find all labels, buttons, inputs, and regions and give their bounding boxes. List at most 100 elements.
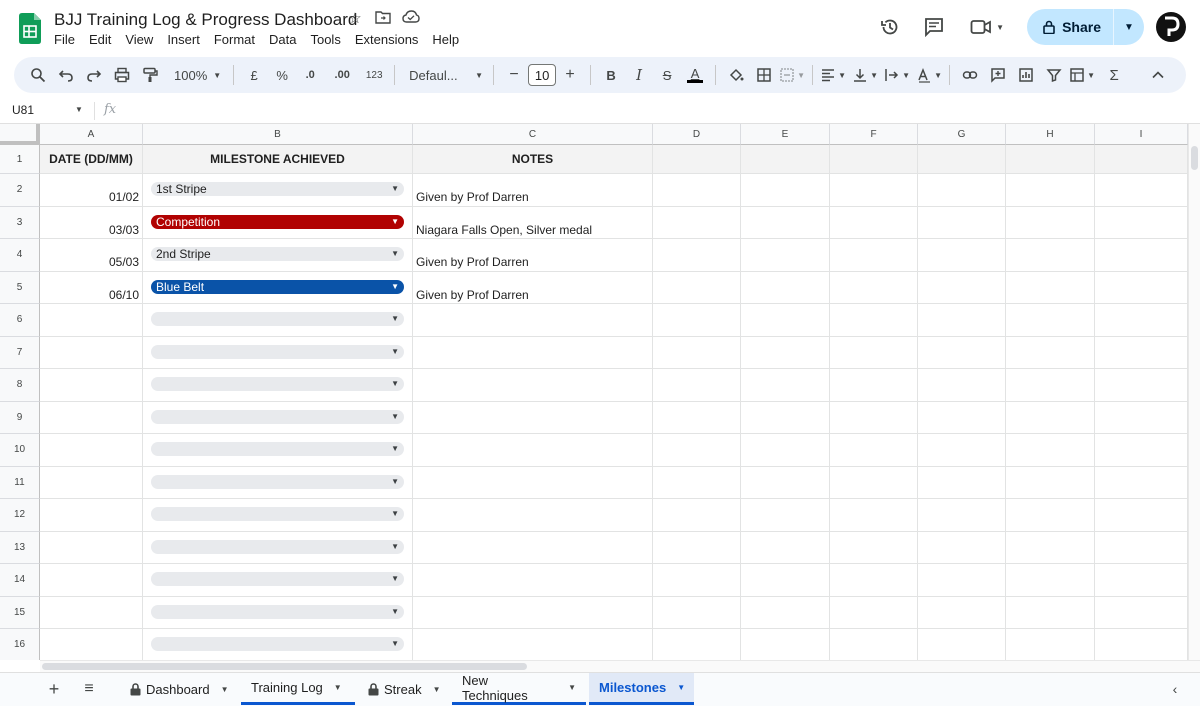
cell[interactable] bbox=[741, 531, 830, 564]
milestone-dropdown[interactable]: ▼ bbox=[151, 572, 404, 586]
more-formats-button[interactable]: 123 bbox=[360, 61, 388, 89]
font-select[interactable]: Defaul... ▼ bbox=[401, 61, 487, 89]
row-header[interactable]: 16 bbox=[0, 629, 40, 660]
milestone-cell[interactable]: ▼ bbox=[143, 531, 413, 564]
cell[interactable] bbox=[741, 271, 830, 304]
milestone-dropdown[interactable]: 2nd Stripe ▼ bbox=[151, 247, 404, 261]
star-icon[interactable]: ☆ bbox=[346, 10, 364, 28]
share-button[interactable]: Share bbox=[1027, 9, 1113, 45]
milestone-cell[interactable]: ▼ bbox=[143, 499, 413, 532]
chevron-down-icon[interactable]: ▼ bbox=[433, 685, 441, 694]
cell[interactable] bbox=[741, 174, 830, 207]
cell[interactable] bbox=[1006, 271, 1095, 304]
notes-cell[interactable]: Given by Prof Darren bbox=[413, 174, 653, 207]
cell[interactable] bbox=[830, 174, 918, 207]
increase-font-size-button[interactable]: + bbox=[556, 61, 584, 89]
milestone-dropdown[interactable]: ▼ bbox=[151, 637, 404, 651]
milestone-cell[interactable]: ▼ bbox=[143, 336, 413, 369]
cell[interactable] bbox=[1095, 629, 1188, 660]
cell[interactable] bbox=[830, 596, 918, 629]
cell[interactable] bbox=[1095, 304, 1188, 337]
cell[interactable] bbox=[1095, 434, 1188, 467]
cell[interactable] bbox=[918, 336, 1006, 369]
search-menus-icon[interactable] bbox=[24, 61, 52, 89]
row-header[interactable]: 12 bbox=[0, 499, 40, 532]
cell[interactable] bbox=[40, 531, 143, 564]
cell[interactable] bbox=[741, 401, 830, 434]
cell[interactable] bbox=[830, 304, 918, 337]
chevron-down-icon[interactable]: ▼ bbox=[568, 683, 576, 692]
cell[interactable] bbox=[40, 564, 143, 597]
milestone-dropdown[interactable]: ▼ bbox=[151, 377, 404, 391]
insert-chart-icon[interactable] bbox=[1012, 61, 1040, 89]
text-rotation-icon[interactable]: ▼ bbox=[915, 61, 943, 89]
cell[interactable] bbox=[653, 369, 741, 402]
milestone-cell[interactable]: ▼ bbox=[143, 369, 413, 402]
row-header[interactable]: 8 bbox=[0, 369, 40, 402]
cell[interactable] bbox=[413, 336, 653, 369]
cell[interactable] bbox=[741, 369, 830, 402]
print-icon[interactable] bbox=[108, 61, 136, 89]
header-date[interactable]: DATE (DD/MM) bbox=[40, 145, 143, 174]
cell[interactable] bbox=[653, 596, 741, 629]
cell[interactable] bbox=[918, 434, 1006, 467]
tab-dashboard[interactable]: Dashboard ▼ bbox=[120, 673, 239, 705]
cell[interactable] bbox=[1095, 401, 1188, 434]
row-header[interactable]: 2 bbox=[0, 174, 40, 207]
cell[interactable] bbox=[741, 304, 830, 337]
menu-view[interactable]: View bbox=[125, 32, 159, 47]
vertical-align-icon[interactable]: ▼ bbox=[851, 61, 879, 89]
increase-decimal-button[interactable]: .00 bbox=[328, 61, 356, 89]
cell[interactable] bbox=[1006, 401, 1095, 434]
cell[interactable] bbox=[830, 401, 918, 434]
cell[interactable] bbox=[1095, 145, 1188, 174]
cell[interactable] bbox=[741, 466, 830, 499]
cell[interactable] bbox=[413, 596, 653, 629]
cell[interactable] bbox=[653, 174, 741, 207]
date-cell[interactable]: 03/03 bbox=[40, 206, 143, 239]
milestone-cell[interactable]: 1st Stripe ▼ bbox=[143, 174, 413, 207]
cell[interactable] bbox=[918, 304, 1006, 337]
cell[interactable] bbox=[741, 239, 830, 272]
date-cell[interactable]: 06/10 bbox=[40, 271, 143, 304]
cell[interactable] bbox=[830, 239, 918, 272]
cell[interactable] bbox=[1006, 336, 1095, 369]
cell[interactable] bbox=[1095, 369, 1188, 402]
cell[interactable] bbox=[40, 434, 143, 467]
cell[interactable] bbox=[653, 466, 741, 499]
version-history-icon[interactable] bbox=[871, 9, 909, 45]
cell[interactable] bbox=[413, 564, 653, 597]
milestone-dropdown[interactable]: ▼ bbox=[151, 409, 404, 424]
cell[interactable] bbox=[741, 499, 830, 532]
text-color-button[interactable]: A bbox=[681, 61, 709, 89]
cloud-status-icon[interactable] bbox=[402, 10, 420, 28]
milestone-cell[interactable]: 2nd Stripe ▼ bbox=[143, 239, 413, 272]
cell[interactable] bbox=[918, 271, 1006, 304]
cell[interactable] bbox=[1095, 336, 1188, 369]
cell[interactable] bbox=[918, 629, 1006, 660]
row-header[interactable]: 3 bbox=[0, 206, 40, 239]
cell[interactable] bbox=[918, 369, 1006, 402]
milestone-dropdown[interactable]: ▼ bbox=[151, 474, 404, 489]
cell[interactable] bbox=[653, 629, 741, 660]
cell[interactable] bbox=[653, 206, 741, 239]
cell[interactable] bbox=[1095, 531, 1188, 564]
sheets-logo-icon[interactable] bbox=[19, 13, 41, 44]
font-size-input[interactable]: 10 bbox=[528, 64, 557, 86]
vertical-scrollbar[interactable] bbox=[1188, 124, 1200, 660]
meet-icon[interactable]: ▼ bbox=[963, 9, 1011, 45]
cell[interactable] bbox=[741, 596, 830, 629]
menu-help[interactable]: Help bbox=[432, 32, 465, 47]
zoom-select[interactable]: 100% ▼ bbox=[164, 61, 227, 89]
milestone-dropdown[interactable]: ▼ bbox=[151, 442, 404, 456]
date-cell[interactable]: 01/02 bbox=[40, 174, 143, 207]
milestone-dropdown[interactable]: ▼ bbox=[151, 507, 404, 521]
menu-extensions[interactable]: Extensions bbox=[355, 32, 425, 47]
menu-data[interactable]: Data bbox=[269, 32, 302, 47]
select-all-corner[interactable] bbox=[0, 124, 40, 145]
cell[interactable] bbox=[413, 466, 653, 499]
name-box[interactable]: U81 bbox=[12, 103, 34, 117]
row-header[interactable]: 1 bbox=[0, 145, 40, 174]
cell[interactable] bbox=[40, 369, 143, 402]
row-header[interactable]: 7 bbox=[0, 336, 40, 369]
